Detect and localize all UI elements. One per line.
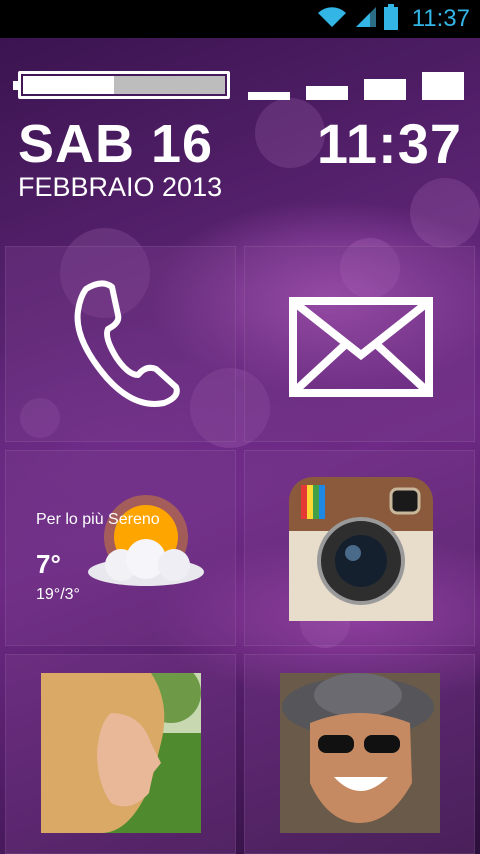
sun-cloud-icon xyxy=(76,487,216,602)
battery-level-bar xyxy=(13,71,230,99)
lockscreen-clock: 11:37 xyxy=(316,112,462,175)
signal-bar-2 xyxy=(306,86,348,100)
date-day: SAB 16 xyxy=(18,114,214,174)
instagram-tile[interactable] xyxy=(244,450,475,646)
contact-tile-2[interactable] xyxy=(244,654,475,854)
status-clock: 11:37 xyxy=(411,5,470,32)
battery-fill xyxy=(23,76,114,94)
envelope-icon xyxy=(289,297,433,402)
signal-icon xyxy=(354,5,378,34)
instagram-camera-icon xyxy=(287,475,435,628)
contact-photo-man xyxy=(280,673,440,833)
contact-photo-woman xyxy=(41,673,201,833)
status-bar: 11:37 xyxy=(0,0,480,38)
weather-tile[interactable]: Per lo più Sereno 7° 19°/3° xyxy=(5,450,236,646)
battery-empty xyxy=(114,76,225,94)
contact-tile-1[interactable] xyxy=(5,654,236,854)
weather-temperature: 7° xyxy=(36,549,61,579)
signal-bar-1 xyxy=(248,92,290,100)
weather-range: 19°/3° xyxy=(36,586,80,603)
signal-bar-3 xyxy=(364,79,406,100)
mail-tile[interactable] xyxy=(244,246,475,442)
phone-tile[interactable] xyxy=(5,246,236,442)
wifi-icon xyxy=(316,5,348,34)
signal-bar-4 xyxy=(422,72,464,100)
weather-condition: Per lo più Sereno xyxy=(36,511,160,528)
battery-icon xyxy=(383,3,398,35)
date-month: FEBBRAIO 2013 xyxy=(18,172,223,202)
phone-icon xyxy=(64,277,184,412)
